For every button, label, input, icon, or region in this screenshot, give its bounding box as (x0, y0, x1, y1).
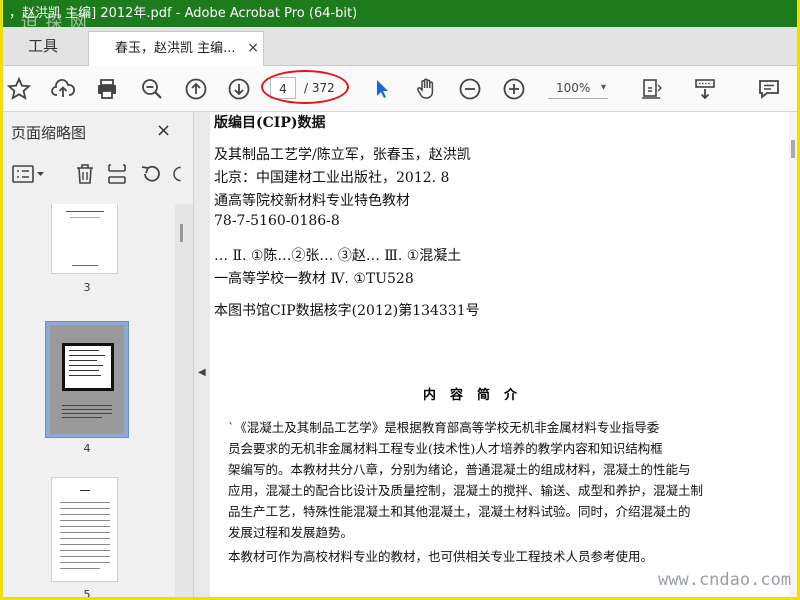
print-icon[interactable] (93, 75, 121, 103)
paragraph-line: 发展过程和发展趋势。 (228, 525, 354, 540)
page-up-icon[interactable] (182, 75, 210, 103)
thumbnail-list: 3 4 5 (3, 204, 175, 597)
panel-toolbar (3, 156, 193, 192)
close-panel-icon[interactable]: × (156, 120, 171, 141)
page-thumbnail-3[interactable] (51, 204, 118, 274)
thumbnail-options-icon[interactable] (11, 162, 47, 186)
zoom-out-search-icon[interactable] (138, 75, 166, 103)
panel-title: 页面缩略图 (11, 124, 87, 142)
upload-icon[interactable] (49, 75, 77, 103)
comment-icon[interactable] (755, 75, 783, 103)
thumbnail-image (50, 325, 124, 434)
extract-page-icon[interactable] (105, 162, 129, 186)
page-thumbnails-panel: 页面缩略图 × 3 4 5 (3, 112, 194, 597)
title-bar: ，赵洪凯 主编] 2012年.pdf - Adobe Acrobat Pro (… (3, 0, 797, 27)
select-cursor-icon[interactable] (368, 75, 396, 103)
tab-document-label: 春玉，赵洪凯 主编... (115, 41, 236, 56)
tab-tools[interactable]: 工具 (3, 27, 83, 65)
thumbnail-label: 5 (83, 588, 91, 597)
cip-heading: 版编目(CIP)数据 (214, 115, 326, 131)
doc-line: 一高等学校一教材 Ⅳ. ①TU528 (214, 271, 414, 287)
thumbnail-label: 3 (83, 281, 91, 294)
watermark-text: www.cndao.com (658, 570, 792, 590)
thumbnail-label: 4 (83, 442, 91, 455)
zoom-value: 100% (556, 81, 591, 95)
paragraph-line: 品生产工艺，特殊性能混凝土和其他混凝土，混凝土材料试验。同时，介绍混凝土的 (228, 504, 691, 519)
collapse-arrow-icon: ◀ (198, 367, 206, 378)
page-thumbnail-5[interactable] (51, 477, 118, 582)
page-thumbnail-4[interactable] (45, 321, 129, 438)
zoom-in-icon[interactable] (500, 75, 528, 103)
document-scrollbar[interactable] (789, 112, 797, 597)
tab-document[interactable]: 春玉，赵洪凯 主编... × (88, 31, 264, 66)
thumbnail-content (62, 343, 114, 391)
doc-line: 本图书馆CIP数据核字(2012)第134331号 (214, 303, 480, 319)
paragraph-line: 架编写的。本教材共分八章，分别为绪论，普通混凝土的组成材料，混凝土的性能与 (228, 462, 691, 477)
paragraph-line: 员会要求的无机非金属材料工程专业(技术性)人才培养的教学内容和知识结构框 (228, 441, 663, 456)
scrollbar-thumb[interactable] (180, 224, 183, 242)
tab-row: 工具 春玉，赵洪凯 主编... × (3, 27, 797, 66)
rotate-clockwise-icon[interactable] (169, 162, 189, 186)
chevron-down-icon: ▾ (600, 82, 606, 93)
close-tab-icon[interactable]: × (247, 32, 259, 65)
summary-heading: 内容简介 (423, 388, 532, 403)
zoom-select[interactable]: 100% ▾ (548, 78, 608, 99)
delete-page-icon[interactable] (73, 162, 97, 186)
zoom-out-icon[interactable] (456, 75, 484, 103)
document-view: 版编目(CIP)数据 及其制品工艺学/陈立军，张春玉，赵洪凯 北京：中国建材工业… (210, 112, 797, 597)
acrobat-window: ，赵洪凯 主编] 2012年.pdf - Adobe Acrobat Pro (… (3, 0, 797, 597)
page-number-highlight (261, 70, 349, 104)
page-down-icon[interactable] (225, 75, 253, 103)
doc-line: 北京：中国建材工业出版社，2012. 8 (214, 170, 450, 186)
scroll-mode-icon[interactable] (691, 75, 719, 103)
doc-line: 及其制品工艺学/陈立军，张春玉，赵洪凯 (214, 147, 471, 163)
rotate-page-icon[interactable] (139, 162, 163, 186)
thumbnail-scrollbar[interactable] (175, 204, 193, 597)
hand-icon[interactable] (412, 75, 440, 103)
paragraph-line: 本教材可作为高校材料专业的教材，也可供相关专业工程技术人员参考使用。 (228, 549, 654, 564)
doc-line: 78-7-5160-0186-8 (214, 213, 340, 229)
paragraph-line: `《混凝土及其制品工艺学》是根据教育部高等学校无机非金属材料专业指导委 (228, 420, 660, 435)
paragraph-line: 应用，混凝土的配合比设计及质量控制，混凝土的搅拌、输送、成型和养护，混凝土制 (228, 483, 704, 498)
watermark-logo: 迫 探 网 (21, 13, 88, 27)
star-icon[interactable] (5, 75, 33, 103)
panel-collapse-handle[interactable]: ◀ (194, 112, 210, 597)
doc-line: 通高等院校新材料专业特色教材 (214, 193, 410, 209)
scrollbar-thumb[interactable] (791, 140, 795, 158)
page-fit-icon[interactable] (637, 75, 665, 103)
doc-line: … Ⅱ. ①陈…②张… ③赵… Ⅲ. ①混凝土 (214, 248, 462, 264)
toolbar: 4 / 372 100% ▾ (3, 66, 797, 112)
